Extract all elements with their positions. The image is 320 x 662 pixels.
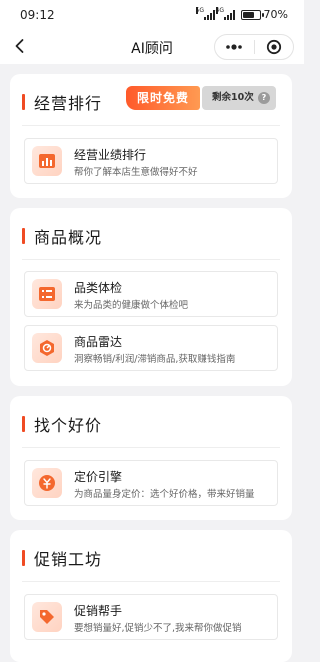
- list-item-category-checkup[interactable]: 品类体检 来为品类的健康做个体检吧: [24, 271, 278, 317]
- radar-icon: [32, 333, 62, 363]
- section-card-product-overview: 商品概况 品类体检 来为品类的健康做个体检吧 商品雷达 洞察畅销/利润/滞销商品…: [10, 208, 292, 386]
- item-subtitle: 要想销量好,促销少不了,我来帮你做促销: [74, 623, 242, 634]
- help-icon[interactable]: ?: [258, 92, 270, 104]
- signal-5g-icon: 5G: [195, 6, 215, 20]
- section-header: 促销工坊: [22, 546, 102, 570]
- section-card-promotion: 促销工坊 促销帮手 要想销量好,促销少不了,我来帮你做促销: [10, 530, 292, 662]
- item-title: 促销帮手: [74, 604, 123, 618]
- nav-bar: AI顾问: [0, 30, 304, 64]
- status-indicators: 5G 4G 70%: [195, 6, 288, 21]
- section-divider: [22, 447, 280, 448]
- section-accent-bar: [22, 228, 25, 244]
- target-circle-icon[interactable]: [255, 35, 294, 59]
- section-divider: [22, 259, 280, 260]
- section-card-ranking: 经营排行 限时免费 剩余10次 ? 经营业绩排行 帮你了解本店生意做得好不好: [10, 74, 292, 198]
- battery-icon: [240, 9, 264, 20]
- price-coin-icon: [32, 468, 62, 498]
- status-bar: 09:12 5G 4G 70%: [0, 0, 304, 30]
- list-item-performance-ranking[interactable]: 经营业绩排行 帮你了解本店生意做得好不好: [24, 138, 278, 184]
- section-title: 经营排行: [34, 94, 103, 113]
- section-header: 经营排行: [22, 90, 102, 114]
- section-card-pricing: 找个好价 定价引擎 为商品量身定价：选个好价格，带来好销量: [10, 396, 292, 520]
- item-title: 经营业绩排行: [74, 148, 147, 162]
- item-subtitle: 洞察畅销/利润/滞销商品,获取赚钱指南: [74, 354, 236, 365]
- list-item-pricing-engine[interactable]: 定价引擎 为商品量身定价：选个好价格，带来好销量: [24, 460, 278, 506]
- battery-percent: 70%: [263, 8, 288, 21]
- section-header: 找个好价: [22, 412, 102, 436]
- item-subtitle: 为商品量身定价：选个好价格，带来好销量: [74, 489, 255, 500]
- list-item-promotion-helper[interactable]: 促销帮手 要想销量好,促销少不了,我来帮你做促销: [24, 594, 278, 640]
- item-subtitle: 来为品类的健康做个体检吧: [74, 300, 189, 311]
- item-subtitle: 帮你了解本店生意做得好不好: [74, 167, 198, 178]
- free-badge: 限时免费: [126, 86, 200, 110]
- section-accent-bar: [22, 94, 25, 110]
- section-divider: [22, 581, 280, 582]
- section-title: 商品概况: [34, 228, 103, 247]
- item-title: 商品雷达: [74, 335, 123, 349]
- mini-program-capsule: [214, 34, 294, 60]
- status-time: 09:12: [20, 8, 55, 22]
- section-header: 商品概况: [22, 224, 102, 248]
- section-divider: [22, 125, 280, 126]
- section-accent-bar: [22, 550, 25, 566]
- list-item-product-radar[interactable]: 商品雷达 洞察畅销/利润/滞销商品,获取赚钱指南: [24, 325, 278, 371]
- promo-tag-icon: [32, 602, 62, 632]
- remaining-count: 剩余10次: [212, 92, 254, 103]
- section-title: 找个好价: [34, 416, 103, 435]
- category-list-icon: [32, 279, 62, 309]
- section-title: 促销工坊: [34, 550, 103, 569]
- item-title: 品类体检: [74, 281, 123, 295]
- more-dots-icon[interactable]: [215, 35, 254, 59]
- bar-chart-icon: [32, 146, 62, 176]
- section-accent-bar: [22, 416, 25, 432]
- remaining-badge[interactable]: 剩余10次 ?: [202, 86, 276, 110]
- item-title: 定价引擎: [74, 470, 123, 484]
- signal-4g-icon: 4G: [215, 6, 235, 20]
